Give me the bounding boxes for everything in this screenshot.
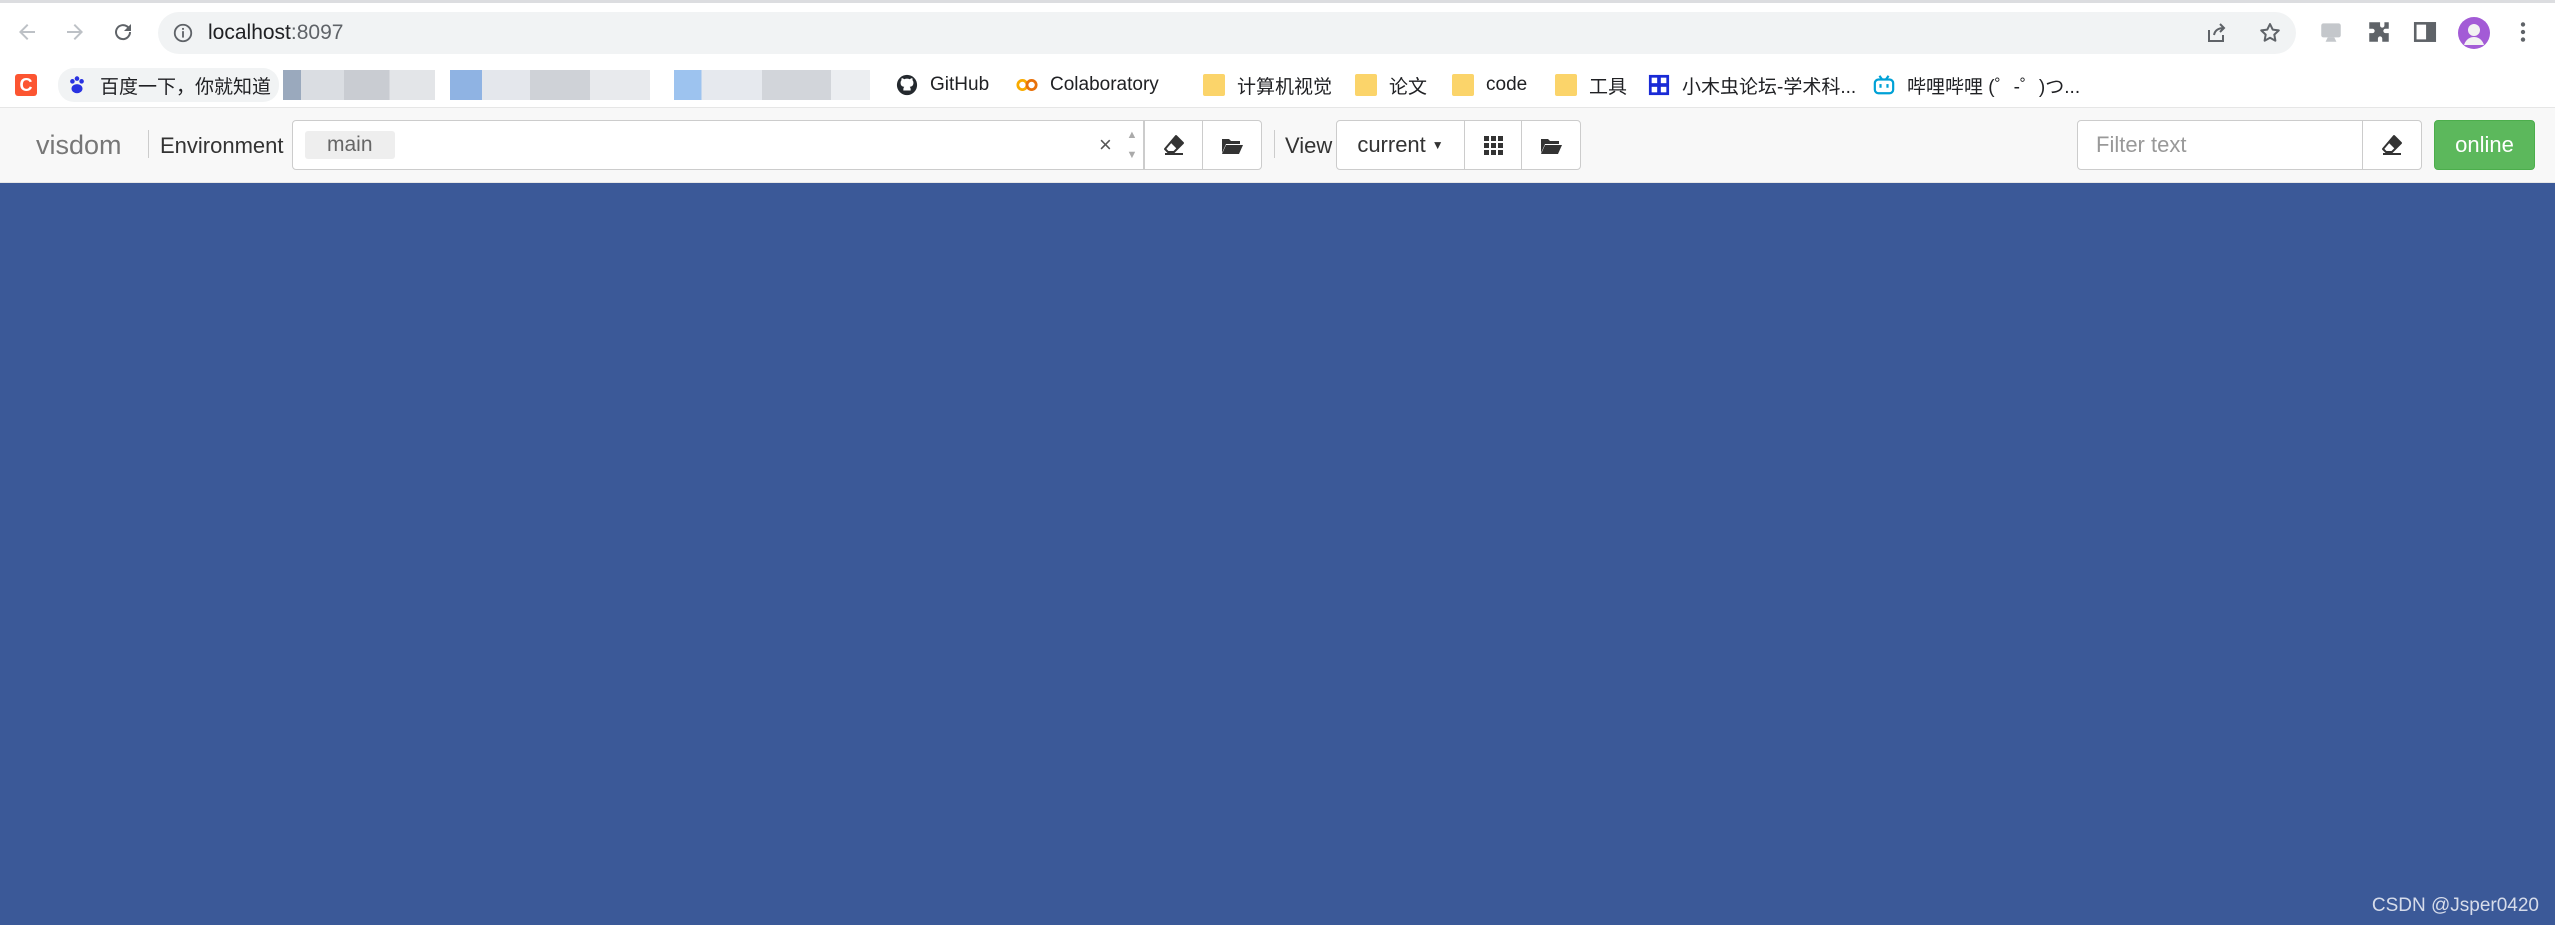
visdom-workspace[interactable]: CSDN @Jsper0420 bbox=[0, 183, 2555, 925]
site-info-icon[interactable] bbox=[172, 22, 194, 44]
grid-icon bbox=[1484, 136, 1503, 155]
reload-icon[interactable] bbox=[106, 15, 140, 49]
address-bar[interactable]: localhost:8097 bbox=[158, 12, 2296, 54]
blurred-bookmark[interactable] bbox=[283, 70, 435, 100]
eraser-icon bbox=[1163, 135, 1184, 155]
bookmark-label: 哔哩哔哩 (゜-゜)つ... bbox=[1907, 76, 2081, 98]
bookmark-label: 工具 bbox=[1589, 76, 1628, 98]
folder-open-icon bbox=[1541, 139, 1562, 154]
env-chip-main[interactable]: main bbox=[305, 131, 395, 159]
blurred-bookmark[interactable] bbox=[450, 70, 650, 100]
muchong-icon bbox=[1648, 74, 1670, 96]
divider bbox=[148, 130, 149, 158]
visdom-navbar: visdom Environment main × ▲ ▼ View curren… bbox=[0, 108, 2555, 183]
url-text: localhost:8097 bbox=[208, 12, 343, 54]
github-icon bbox=[896, 74, 918, 96]
bookmark-folder-tools[interactable]: 工具 bbox=[1555, 62, 1627, 108]
bookmark-bilibili[interactable]: 哔哩哔哩 (゜-゜)つ... bbox=[1873, 62, 2080, 108]
bookmark-label: GitHub bbox=[930, 74, 990, 95]
bookmark-label: 论文 bbox=[1389, 76, 1428, 98]
view-dropdown[interactable]: current ▼ bbox=[1336, 120, 1465, 170]
folder-icon bbox=[1203, 74, 1225, 96]
view-dropdown-value: current bbox=[1357, 132, 1426, 157]
bookmark-label: code bbox=[1486, 74, 1528, 95]
folder-icon bbox=[1555, 74, 1577, 96]
env-clear-button[interactable]: × bbox=[1099, 121, 1112, 169]
bookmark-folder-code[interactable]: code bbox=[1452, 62, 1527, 108]
clear-filter-button[interactable] bbox=[2362, 120, 2422, 170]
browser-toolbar: localhost:8097 bbox=[0, 0, 2555, 62]
bookmark-csdn[interactable]: C bbox=[15, 62, 49, 108]
url-port: :8097 bbox=[290, 21, 344, 44]
bookmark-github[interactable]: GitHub bbox=[896, 62, 989, 108]
browser-menu-icon[interactable] bbox=[2510, 19, 2536, 45]
folder-open-icon bbox=[1222, 139, 1243, 154]
view-label: View bbox=[1285, 133, 1333, 158]
colab-icon bbox=[1016, 79, 1038, 91]
folder-icon bbox=[1452, 74, 1474, 96]
bookmarks-bar: C 百度一下，你就知道 GitHub Colaboratory 计算机视觉 论文… bbox=[0, 62, 2555, 108]
bookmark-star-icon[interactable] bbox=[2258, 21, 2282, 45]
filter-text-input[interactable] bbox=[2077, 120, 2363, 170]
eraser-icon bbox=[2382, 135, 2402, 155]
caret-down-icon: ▼ bbox=[1431, 138, 1444, 152]
bilibili-icon bbox=[1873, 75, 1895, 95]
bookmark-label: Colaboratory bbox=[1050, 74, 1159, 95]
manage-env-button[interactable] bbox=[1202, 120, 1262, 170]
bookmark-folder-cv[interactable]: 计算机视觉 bbox=[1203, 62, 1332, 108]
repack-view-button[interactable] bbox=[1464, 120, 1522, 170]
side-panel-icon[interactable] bbox=[2412, 19, 2438, 45]
online-status-button[interactable]: online bbox=[2434, 120, 2535, 170]
share-icon[interactable] bbox=[2204, 21, 2228, 45]
manage-views-button[interactable] bbox=[1521, 120, 1581, 170]
profile-avatar[interactable] bbox=[2458, 17, 2490, 49]
bookmark-folder-papers[interactable]: 论文 bbox=[1355, 62, 1427, 108]
back-icon[interactable] bbox=[10, 15, 44, 49]
environment-label: Environment bbox=[160, 133, 284, 158]
environment-select[interactable]: main × ▲ ▼ bbox=[292, 120, 1144, 170]
forward-icon[interactable] bbox=[58, 15, 92, 49]
url-host: localhost bbox=[208, 21, 291, 44]
bookmark-label: 计算机视觉 bbox=[1237, 76, 1333, 98]
bookmark-muchong[interactable]: 小木虫论坛-学术科... bbox=[1648, 62, 1856, 108]
bookmark-colab[interactable]: Colaboratory bbox=[1016, 62, 1159, 108]
env-scroll-arrows-icon[interactable]: ▲ ▼ bbox=[1121, 125, 1143, 165]
csdn-icon: C bbox=[15, 74, 37, 96]
watermark: CSDN @Jsper0420 bbox=[2371, 895, 2539, 916]
bookmark-baidu[interactable]: 百度一下，你就知道 bbox=[58, 68, 280, 102]
baidu-paw-icon bbox=[70, 76, 84, 94]
visdom-brand[interactable]: visdom bbox=[36, 108, 122, 183]
clear-env-button[interactable] bbox=[1144, 120, 1203, 170]
bookmark-label: 百度一下，你就知道 bbox=[100, 76, 272, 98]
profile-photo-icon bbox=[2464, 24, 2484, 45]
blurred-bookmark[interactable] bbox=[674, 70, 870, 100]
bookmark-label: 小木虫论坛-学术科... bbox=[1682, 76, 1857, 98]
translate-icon[interactable] bbox=[2318, 19, 2344, 45]
divider bbox=[1274, 130, 1275, 158]
folder-icon bbox=[1355, 74, 1377, 96]
extensions-icon[interactable] bbox=[2366, 19, 2392, 45]
